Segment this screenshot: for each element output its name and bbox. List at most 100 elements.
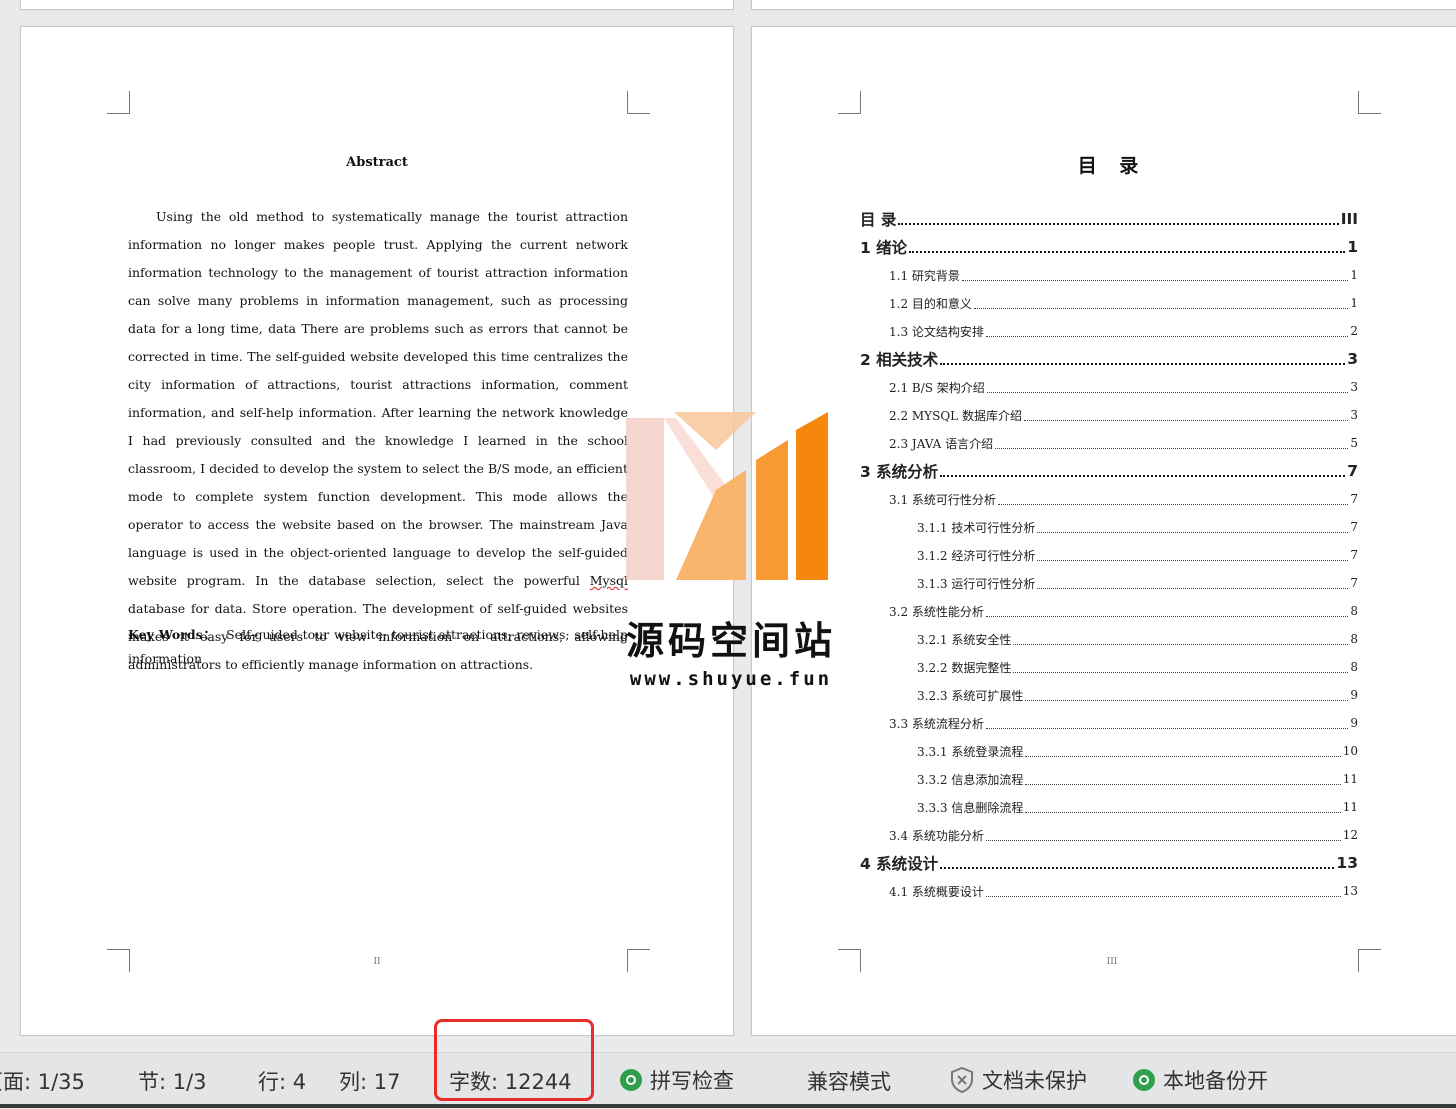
- toc-entry[interactable]: 3.3.1 系统登录流程 10: [860, 737, 1358, 765]
- watermark-logo: 源码空间站 www.shuyue.fun: [616, 410, 846, 700]
- toc-leader-dots: [1037, 559, 1349, 561]
- toc-entry[interactable]: 3.2.2 数据完整性 8: [860, 653, 1358, 681]
- toc-entry-page: 7: [1350, 520, 1358, 534]
- abstract-title: Abstract: [346, 155, 408, 170]
- toc-entry-page: 9: [1350, 688, 1358, 702]
- toc-entry[interactable]: 2.1 B/S 架构介绍 3: [860, 373, 1358, 401]
- toc-entry[interactable]: 3.2.1 系统安全性 8: [860, 625, 1358, 653]
- document-protection-button[interactable]: 文档未保护: [950, 1065, 1087, 1095]
- toc-entry[interactable]: 4.1 系统概要设计 13: [860, 877, 1358, 905]
- toc-leader-dots: [961, 279, 1349, 281]
- toc-entry-text: 1 绪论: [860, 239, 908, 257]
- toc-entry-text: 3.3.3 信息删除流程: [917, 800, 1024, 815]
- toc-entry-page: 9: [1350, 716, 1358, 730]
- word-count-highlight-box: [434, 1019, 594, 1101]
- watermark-text: 源码空间站: [625, 619, 836, 663]
- toc-entry-page: 7: [1350, 548, 1358, 562]
- toc-entry[interactable]: 3.2 系统性能分析 8: [860, 597, 1358, 625]
- toc-entry[interactable]: 4 系统设计 13: [860, 849, 1358, 877]
- toc-entry[interactable]: 3.1.3 运行可行性分析 7: [860, 569, 1358, 597]
- toc-entry-text: 4 系统设计: [860, 855, 939, 873]
- toc-leader-dots: [1037, 531, 1349, 533]
- toc-entry[interactable]: 3.1 系统可行性分析 7: [860, 485, 1358, 513]
- toc-entry-page: 7: [1347, 462, 1358, 480]
- toc-entry-text: 3.3.1 系统登录流程: [917, 744, 1024, 759]
- status-column[interactable]: 列: 17: [339, 1066, 400, 1096]
- toc-leader-dots: [940, 867, 1335, 869]
- toc-entry-text: 2 相关技术: [860, 351, 939, 369]
- local-backup-icon: [1133, 1069, 1155, 1091]
- watermark-logo-icon: [626, 412, 828, 580]
- spell-check-button[interactable]: 拼写检查: [620, 1065, 734, 1095]
- toc-leader-dots: [1025, 699, 1349, 701]
- local-backup-button[interactable]: 本地备份开: [1133, 1065, 1268, 1095]
- toc-entry[interactable]: 3.3 系统流程分析 9: [860, 709, 1358, 737]
- abstract-body[interactable]: Using the old method to systematically m…: [128, 203, 628, 679]
- toc-entry-page: 13: [1342, 884, 1358, 898]
- spell-check-icon: [620, 1069, 642, 1091]
- toc-entry-text: 4.1 系统概要设计: [889, 884, 984, 899]
- spell-check-label: 拼写检查: [650, 1069, 734, 1093]
- toc-leader-dots: [985, 895, 1341, 897]
- window-bottom-edge: [0, 1104, 1456, 1108]
- toc-leader-dots: [940, 475, 1346, 477]
- toc-entry-page: 1: [1350, 296, 1358, 310]
- toc-entry-page: III: [1340, 210, 1358, 228]
- status-section[interactable]: 节: 1/3: [138, 1066, 207, 1096]
- margin-corner-top-right: [1358, 91, 1381, 114]
- toc-title: 目 录: [1077, 155, 1147, 177]
- page-number: II: [373, 957, 381, 967]
- toc-entry-text: 3.1.1 技术可行性分析: [917, 520, 1036, 535]
- toc-entry[interactable]: 3.3.3 信息删除流程 11: [860, 793, 1358, 821]
- toc-entry-text: 3.1.2 经济可行性分析: [917, 548, 1036, 563]
- toc-entry-text: 1.1 研究背景: [889, 268, 960, 283]
- toc-leader-dots: [985, 615, 1349, 617]
- toc-entry-text: 2.2 MYSQL 数据库介绍: [889, 408, 1022, 423]
- toc-entry[interactable]: 3.3.2 信息添加流程 11: [860, 765, 1358, 793]
- toc-entry-page: 13: [1336, 854, 1358, 872]
- keywords-paragraph[interactable]: Key Words： Self-guided tour website; tou…: [128, 623, 628, 671]
- toc-entry-page: 1: [1350, 268, 1358, 282]
- toc-leader-dots: [1025, 783, 1341, 785]
- toc-entry[interactable]: 3.1.2 经济可行性分析 7: [860, 541, 1358, 569]
- toc-entry-text: 3.3.2 信息添加流程: [917, 772, 1024, 787]
- toc-entry[interactable]: 1 绪论 1: [860, 233, 1358, 261]
- toc-leader-dots: [1025, 755, 1341, 757]
- status-page[interactable]: 页面: 1/35: [0, 1066, 85, 1096]
- toc-entry-page: 11: [1342, 800, 1358, 814]
- toc-entry-page: 12: [1342, 828, 1358, 842]
- toc-entry-page: 8: [1350, 604, 1358, 618]
- toc-leader-dots: [995, 447, 1349, 449]
- toc-leader-dots: [973, 307, 1349, 309]
- compat-mode-label[interactable]: 兼容模式: [807, 1066, 891, 1096]
- toc-leader-dots: [985, 727, 1349, 729]
- toc-entry[interactable]: 目 录 III: [860, 205, 1358, 233]
- toc-entry[interactable]: 2 相关技术 3: [860, 345, 1358, 373]
- previous-page-right-edge: [751, 0, 1456, 10]
- toc-entry[interactable]: 1.2 目的和意义 1: [860, 289, 1358, 317]
- toc-leader-dots: [985, 839, 1341, 841]
- toc-leader-dots: [898, 223, 1339, 225]
- toc-entry-page: 8: [1350, 632, 1358, 646]
- toc-entry[interactable]: 2.3 JAVA 语言介绍 5: [860, 429, 1358, 457]
- toc-entry-page: 8: [1350, 660, 1358, 674]
- toc-entry-text: 3 系统分析: [860, 463, 939, 481]
- toc-entry[interactable]: 3.1.1 技术可行性分析 7: [860, 513, 1358, 541]
- watermark-url: www.shuyue.fun: [629, 668, 833, 690]
- toc-entry[interactable]: 3.4 系统功能分析 12: [860, 821, 1358, 849]
- toc-entry-text: 3.4 系统功能分析: [889, 828, 984, 843]
- document-page-toc[interactable]: 目 录 目 录 III 1 绪论 1 1.1 研究背景 1 1.2 目的和意义 1 1.3 论文…: [751, 26, 1456, 1036]
- toc-entry-page: 7: [1350, 576, 1358, 590]
- document-protection-label: 文档未保护: [982, 1069, 1087, 1093]
- toc-entry-text: 3.3 系统流程分析: [889, 716, 984, 731]
- toc-entry[interactable]: 3 系统分析 7: [860, 457, 1358, 485]
- toc-entry[interactable]: 3.2.3 系统可扩展性 9: [860, 681, 1358, 709]
- toc-entry[interactable]: 1.1 研究背景 1: [860, 261, 1358, 289]
- toc-entry[interactable]: 1.3 论文结构安排 2: [860, 317, 1358, 345]
- toc-leader-dots: [985, 335, 1349, 337]
- page-number: III: [1106, 957, 1118, 967]
- toc-leader-dots: [1023, 419, 1349, 421]
- previous-page-left-edge: [20, 0, 734, 10]
- status-row[interactable]: 行: 4: [258, 1066, 306, 1096]
- toc-entry[interactable]: 2.2 MYSQL 数据库介绍 3: [860, 401, 1358, 429]
